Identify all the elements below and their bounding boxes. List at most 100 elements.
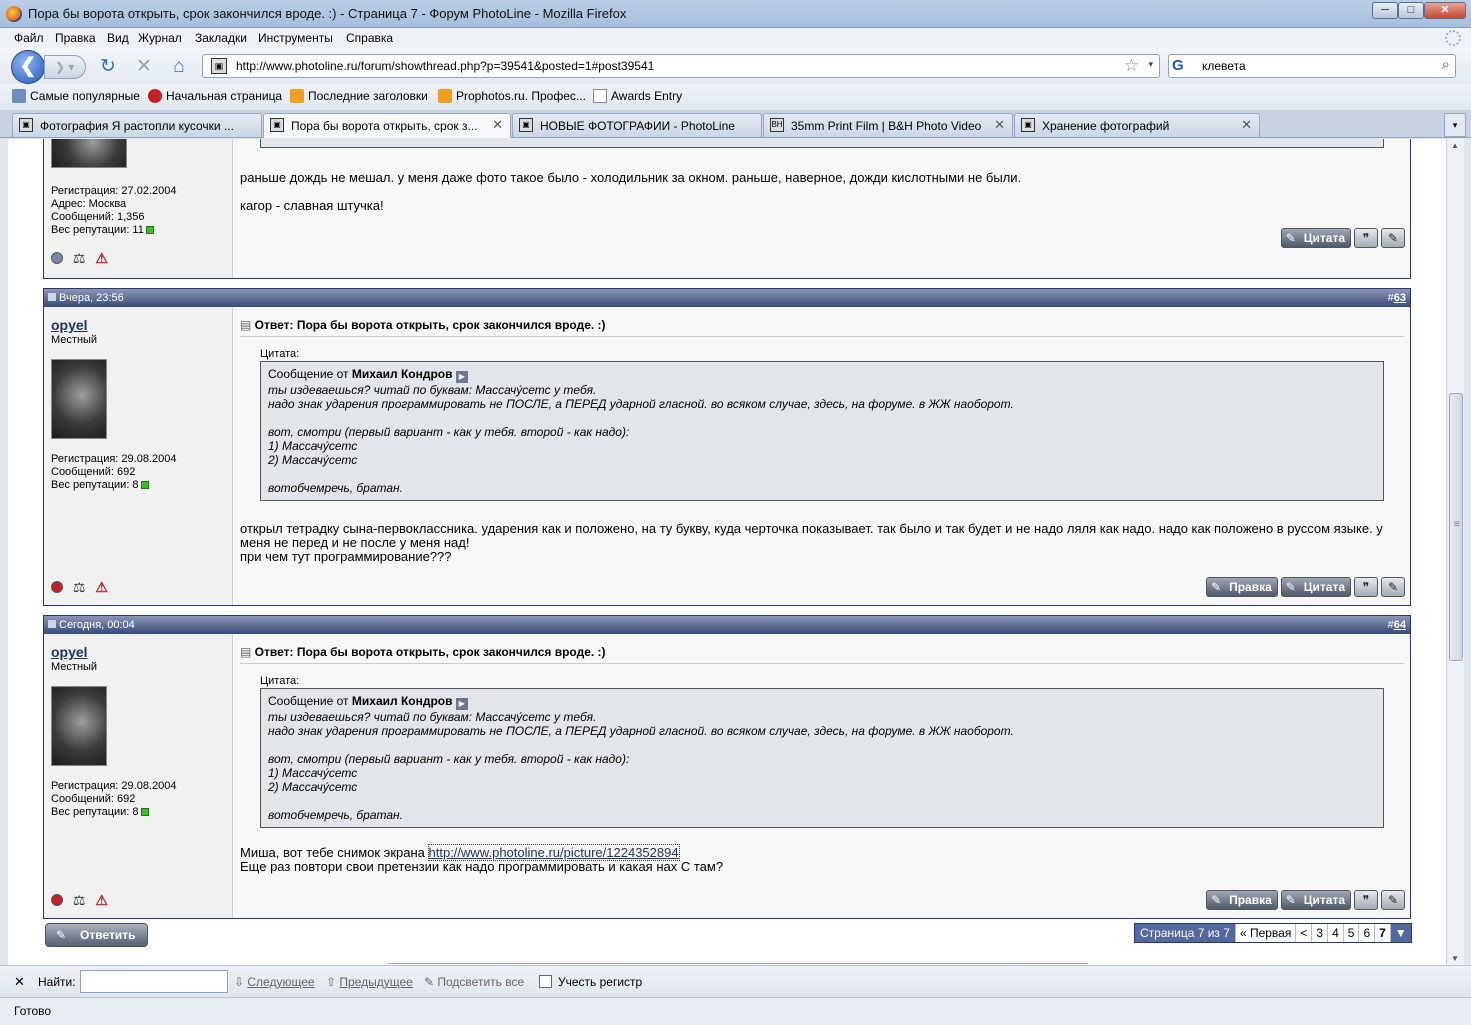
reload-icon[interactable]: ↻ <box>97 56 119 78</box>
quote-author-prefix: Сообщение от <box>268 367 349 381</box>
maximize-button[interactable]: □ <box>1398 2 1424 19</box>
tab-close-icon[interactable]: ✕ <box>994 117 1005 133</box>
menu-edit[interactable]: Правка <box>55 31 96 45</box>
bookmark-prophotos[interactable]: Prophotos.ru. Профес... <box>438 89 586 103</box>
highlight-all-button[interactable]: ✎ Подсветить все <box>424 975 524 989</box>
find-next-button[interactable]: ⇩ Следующее <box>234 975 315 989</box>
avatar[interactable] <box>51 139 127 168</box>
quick-reply-icon[interactable]: ✎ <box>1381 890 1405 910</box>
address-url[interactable]: http://www.photoline.ru/forum/showthread… <box>236 59 654 73</box>
multiquote-icon[interactable]: ❞ <box>1354 890 1378 910</box>
quick-reply-icon[interactable]: ✎ <box>1381 228 1405 248</box>
quote-button[interactable]: Цитата <box>1280 228 1351 248</box>
menu-bookmarks[interactable]: Закладки <box>195 31 247 45</box>
reputation-scales-icon[interactable]: ⚖ <box>73 250 86 266</box>
quote-button[interactable]: Цитата <box>1280 890 1351 910</box>
vertical-scrollbar[interactable]: ▲ ≡ ▼ <box>1446 139 1464 965</box>
page-link-5[interactable]: 5 <box>1342 924 1359 942</box>
current-page: 7 <box>1374 924 1390 942</box>
search-bar[interactable]: G клевета ⌕ <box>1168 54 1456 78</box>
bookmark-latest-headlines[interactable]: Последние заголовки <box>290 89 428 103</box>
multiquote-icon[interactable]: ❞ <box>1354 228 1378 248</box>
tab-gates-thread[interactable]: ▣ Пора бы ворота открыть, срок з... ✕ <box>263 113 511 138</box>
close-window-button[interactable]: ✕ <box>1424 2 1466 19</box>
quote-line: вотобчемречь, братан. <box>268 808 403 822</box>
user-post-count: Сообщений: 692 <box>51 793 136 805</box>
page-link-3[interactable]: 3 <box>1311 924 1327 942</box>
quote-line: надо знак ударения программировать не ПО… <box>268 397 1014 411</box>
bookmark-popular[interactable]: Самые популярные <box>12 89 140 103</box>
user-reputation: Вес репутации: 8 <box>51 479 176 492</box>
find-close-icon[interactable]: ✕ <box>14 974 25 990</box>
reputation-scales-icon[interactable]: ⚖ <box>73 579 86 595</box>
tab-bh-film[interactable]: BH 35mm Print Film | B&H Photo Video ✕ <box>763 113 1013 137</box>
tab-list-button[interactable]: ▾ <box>1444 113 1466 137</box>
post-number-link[interactable]: #64 <box>1388 616 1406 634</box>
tab-photo-storage[interactable]: ▣ Хранение фотографий ✕ <box>1014 113 1260 137</box>
reputation-icon <box>140 481 149 489</box>
quote-line: вот, смотри (первый вариант - как у тебя… <box>268 752 630 766</box>
page-link-4[interactable]: 4 <box>1327 924 1343 942</box>
forward-button[interactable]: ❯ ▾ <box>44 55 86 79</box>
stop-icon[interactable]: ✕ <box>133 56 155 78</box>
scroll-thumb[interactable]: ≡ <box>1449 393 1463 661</box>
search-go-icon[interactable]: ⌕ <box>1442 56 1450 73</box>
menu-view[interactable]: Вид <box>107 31 129 45</box>
minimize-button[interactable]: ─ <box>1372 2 1398 19</box>
menu-tools[interactable]: Инструменты <box>258 31 333 45</box>
back-button[interactable]: ❮ <box>11 50 45 84</box>
username-link[interactable]: opyel <box>51 644 88 660</box>
multiquote-icon[interactable]: ❞ <box>1354 577 1378 597</box>
tab-new-photos[interactable]: ▣ НОВЫЕ ФОТОГРАФИИ - PhotoLine <box>512 113 762 137</box>
address-bar[interactable]: ▣ http://www.photoline.ru/forum/showthre… <box>202 54 1160 78</box>
match-case-checkbox[interactable] <box>539 975 552 988</box>
avatar[interactable] <box>51 359 107 439</box>
bookmark-awards-entry[interactable]: Awards Entry <box>593 89 682 103</box>
quote-box: Сообщение от Михаил Кондров ▶ ты издевае… <box>260 361 1384 501</box>
view-post-arrow-icon[interactable]: ▶ <box>455 371 468 383</box>
google-engine-icon[interactable]: G <box>1172 57 1196 75</box>
scroll-up-icon[interactable]: ▲ <box>1451 141 1459 150</box>
username-link[interactable]: opyel <box>51 317 88 333</box>
quick-reply-icon[interactable]: ✎ <box>1381 577 1405 597</box>
find-label: Найти: <box>38 975 76 989</box>
post-number-link[interactable]: #63 <box>1388 289 1406 307</box>
reputation-scales-icon[interactable]: ⚖ <box>73 892 86 908</box>
report-warning-icon[interactable]: ⚠ <box>95 579 108 595</box>
find-input[interactable] <box>80 970 228 993</box>
report-warning-icon[interactable]: ⚠ <box>95 892 108 908</box>
bookmarks-toolbar: Самые популярные Начальная страница Посл… <box>0 84 1471 110</box>
first-page-link[interactable]: « Первая <box>1234 924 1295 942</box>
prev-page-link[interactable]: < <box>1295 924 1311 942</box>
page-menu-icon[interactable]: ▼ <box>1389 924 1411 942</box>
user-rank: Местный <box>51 334 98 346</box>
reputation-label: Вес репутации: 11 <box>51 224 144 236</box>
tab-photo-cubes[interactable]: ▣ Фотография Я растопли кусочки ... <box>12 113 262 137</box>
edit-button[interactable]: Правка <box>1206 577 1278 597</box>
find-prev-button[interactable]: ⇧ Предыдущее <box>326 975 413 989</box>
reply-button[interactable]: Ответить <box>45 923 149 947</box>
match-case-label[interactable]: Учесть регистр <box>558 975 642 989</box>
menu-help[interactable]: Справка <box>346 31 393 45</box>
menu-history[interactable]: Журнал <box>138 31 182 45</box>
page-link-6[interactable]: 6 <box>1358 924 1374 942</box>
tab-close-icon[interactable]: ✕ <box>492 117 503 133</box>
quote-label: Цитата: <box>260 675 300 687</box>
view-post-arrow-icon[interactable]: ▶ <box>455 698 468 710</box>
search-input[interactable]: клевета <box>1202 59 1246 73</box>
tab-close-icon[interactable]: ✕ <box>1241 117 1252 133</box>
home-icon[interactable]: ⌂ <box>168 56 190 78</box>
post-buttons: Цитата❞✎ <box>1278 228 1405 248</box>
quote-button[interactable]: Цитата <box>1280 577 1351 597</box>
report-warning-icon[interactable]: ⚠ <box>95 250 108 266</box>
url-history-dropdown-icon[interactable]: ▾ <box>1148 59 1153 70</box>
picture-link[interactable]: http://www.photoline.ru/picture/12243528… <box>427 844 680 861</box>
bookmark-star-icon[interactable]: ☆ <box>1124 56 1139 76</box>
tab-favicon-icon: ▣ <box>519 118 533 132</box>
scroll-down-icon[interactable]: ▼ <box>1451 954 1459 963</box>
avatar[interactable] <box>51 686 107 766</box>
bookmark-start-page[interactable]: Начальная страница <box>148 89 282 103</box>
edit-button[interactable]: Правка <box>1206 890 1278 910</box>
menu-file[interactable]: Файл <box>14 31 44 45</box>
tab-label: 35mm Print Film | B&H Photo Video <box>791 119 982 133</box>
